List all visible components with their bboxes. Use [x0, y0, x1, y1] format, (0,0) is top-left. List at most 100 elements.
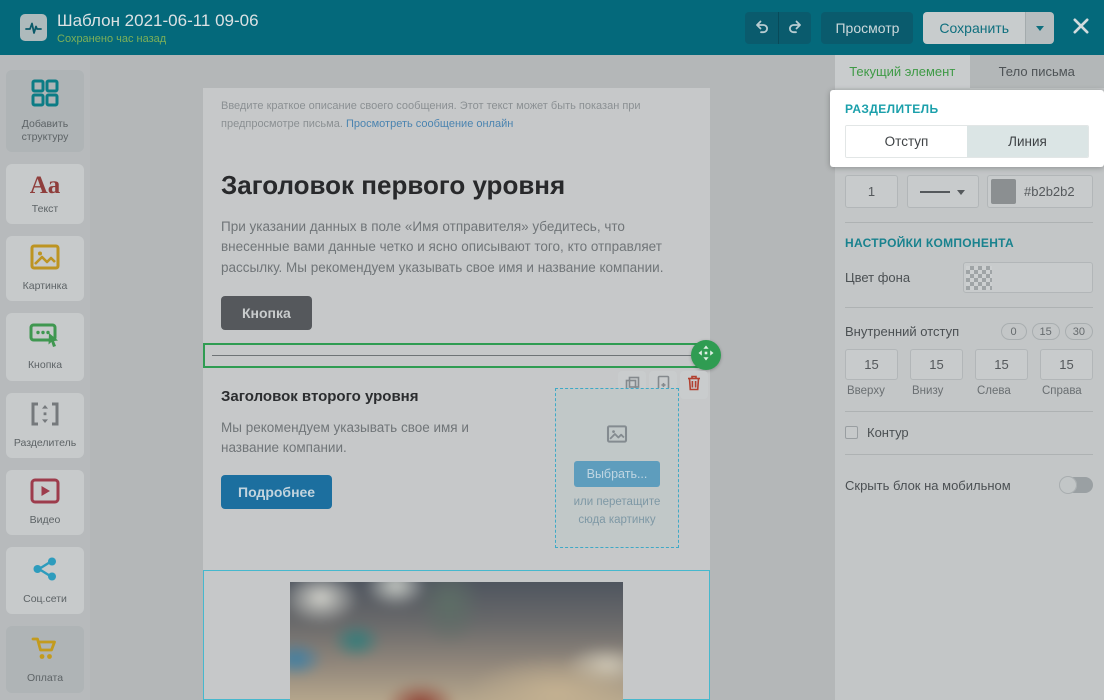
- preheader-block[interactable]: Введите краткое описание своего сообщени…: [203, 88, 710, 133]
- editor-canvas: Введите краткое описание своего сообщени…: [90, 55, 835, 700]
- selected-divider-element[interactable]: [203, 343, 710, 368]
- books-photo-image: [290, 582, 623, 700]
- divider-line: [845, 307, 1093, 308]
- close-icon: [1072, 17, 1090, 38]
- hide-on-mobile-toggle[interactable]: [1059, 477, 1093, 493]
- redo-button[interactable]: [778, 12, 811, 44]
- color-swatch: [991, 179, 1016, 204]
- line-settings-row: #b2b2b2: [845, 175, 1093, 208]
- redo-icon: [787, 19, 803, 37]
- outline-row: Контур: [845, 425, 1093, 440]
- line-color-picker[interactable]: #b2b2b2: [987, 175, 1093, 208]
- paragraph2-block[interactable]: Мы рекомендуем указывать свое имя и назв…: [221, 418, 526, 459]
- email-button[interactable]: Кнопка: [221, 296, 312, 330]
- padding-left-label: Слева: [975, 385, 1028, 397]
- topbar-actions: Просмотр Сохранить: [745, 12, 1090, 44]
- padding-bottom-input[interactable]: [910, 349, 963, 380]
- sidebar-item-social[interactable]: Соц.сети: [6, 547, 84, 614]
- more-button[interactable]: Подробнее: [221, 475, 332, 509]
- template-title-block: Шаблон 2021-06-11 09-06 Сохранено час на…: [57, 11, 259, 45]
- padding-preset-0[interactable]: 0: [1001, 323, 1027, 340]
- image-icon: [606, 425, 628, 448]
- trash-icon: [687, 375, 701, 394]
- heading1-block[interactable]: Заголовок первого уровня: [221, 170, 692, 201]
- chevron-down-icon: [957, 190, 965, 199]
- sidebar-item-image[interactable]: Картинка: [6, 236, 84, 301]
- divider-settings-spotlight: РАЗДЕЛИТЕЛЬ Отступ Линия: [830, 90, 1104, 167]
- transparent-swatch: [966, 266, 992, 290]
- save-button[interactable]: Сохранить: [923, 12, 1025, 44]
- sidebar-item-divider[interactable]: Разделитель: [6, 393, 84, 458]
- padding-label: Внутренний отступ: [845, 324, 959, 339]
- save-dropdown-button[interactable]: [1025, 12, 1054, 44]
- sidebar-item-payment[interactable]: Оплата: [6, 626, 84, 693]
- sidebar-item-button[interactable]: Кнопка: [6, 313, 84, 380]
- padding-top-input[interactable]: [845, 349, 898, 380]
- divider-line: [845, 454, 1093, 455]
- sidebar-item-label: Видео: [30, 514, 61, 527]
- divider-mode-tabs: Отступ Линия: [845, 125, 1089, 158]
- color-hex-value: #b2b2b2: [1024, 184, 1075, 199]
- undo-redo-group: [745, 12, 811, 44]
- save-status: Сохранено час назад: [57, 33, 259, 45]
- outline-checkbox[interactable]: [845, 426, 858, 439]
- two-column-structure: Заголовок второго уровня Мы рекомендуем …: [203, 368, 710, 568]
- books-photo[interactable]: [290, 582, 623, 700]
- sidebar-item-add-structure[interactable]: Добавить структуру: [6, 70, 84, 152]
- background-color-row: Цвет фона: [845, 262, 1093, 293]
- choose-image-button[interactable]: Выбрать...: [574, 461, 661, 487]
- topbar: Шаблон 2021-06-11 09-06 Сохранено час на…: [0, 0, 1104, 55]
- line-style-select[interactable]: [907, 175, 979, 208]
- hide-on-mobile-row: Скрыть блок на мобильном: [845, 477, 1093, 493]
- padding-right-input[interactable]: [1040, 349, 1093, 380]
- tab-line[interactable]: Линия: [967, 126, 1088, 157]
- padding-preset-30[interactable]: 30: [1065, 323, 1093, 340]
- sidebar-item-label: Разделитель: [14, 437, 76, 450]
- text-aa-icon: Aa: [30, 173, 61, 198]
- panel-body: #b2b2b2 НАСТРОЙКИ КОМПОНЕНТА Цвет фона В…: [845, 175, 1093, 493]
- grid-icon: [30, 78, 60, 113]
- sidebar-item-label: Оплата: [27, 672, 63, 685]
- close-button[interactable]: [1072, 17, 1090, 38]
- image-placeholder[interactable]: Выбрать... или перетащите сюда картинку: [555, 388, 679, 548]
- move-icon: [698, 345, 714, 366]
- email-template-editor: Шаблон 2021-06-11 09-06 Сохранено час на…: [0, 0, 1104, 700]
- undo-button[interactable]: [745, 12, 778, 44]
- video-icon: [30, 478, 60, 509]
- preview-button[interactable]: Просмотр: [821, 12, 913, 44]
- tab-email-body[interactable]: Тело письма: [970, 55, 1104, 88]
- drag-handle[interactable]: [691, 340, 721, 370]
- background-color-picker[interactable]: [963, 262, 1093, 293]
- undo-icon: [754, 19, 770, 37]
- padding-header-row: Внутренний отступ 0 15 30: [845, 323, 1093, 340]
- view-online-link[interactable]: Просмотреть сообщение онлайн: [346, 118, 513, 130]
- tab-indent[interactable]: Отступ: [846, 126, 967, 157]
- delete-button[interactable]: [680, 371, 708, 399]
- app-logo-pulse-icon[interactable]: [20, 14, 47, 41]
- sidebar-item-label: Кнопка: [28, 359, 62, 372]
- toggle-knob: [1059, 476, 1077, 494]
- padding-bottom-label: Внизу: [910, 385, 963, 397]
- line-width-input[interactable]: [845, 175, 898, 208]
- paragraph1-block[interactable]: При указании данных в поле «Имя отправит…: [221, 217, 672, 278]
- background-color-label: Цвет фона: [845, 270, 910, 285]
- blocks-sidebar: Добавить структуру Aa Текст Картинка Кно…: [0, 55, 90, 700]
- sidebar-item-label: Добавить структуру: [8, 118, 82, 144]
- panel-tabs: Текущий элемент Тело письма: [835, 55, 1104, 88]
- sidebar-item-label: Картинка: [23, 280, 68, 293]
- padding-top-cell: Вверху: [845, 349, 898, 397]
- sidebar-item-label: Текст: [32, 203, 58, 216]
- padding-preset-15[interactable]: 15: [1032, 323, 1060, 340]
- selected-image-structure[interactable]: [203, 570, 710, 700]
- cart-icon: [30, 634, 60, 667]
- element-type-title: РАЗДЕЛИТЕЛЬ: [845, 102, 1089, 116]
- settings-panel: Текущий элемент Тело письма РАЗДЕЛИТЕЛЬ …: [835, 55, 1104, 700]
- sidebar-item-video[interactable]: Видео: [6, 470, 84, 535]
- divider-line: [845, 222, 1093, 223]
- tab-current-element[interactable]: Текущий элемент: [835, 55, 970, 88]
- padding-right-cell: Справа: [1040, 349, 1093, 397]
- share-icon: [31, 555, 59, 588]
- padding-left-input[interactable]: [975, 349, 1028, 380]
- button-cursor-icon: [29, 321, 61, 354]
- sidebar-item-text[interactable]: Aa Текст: [6, 164, 84, 224]
